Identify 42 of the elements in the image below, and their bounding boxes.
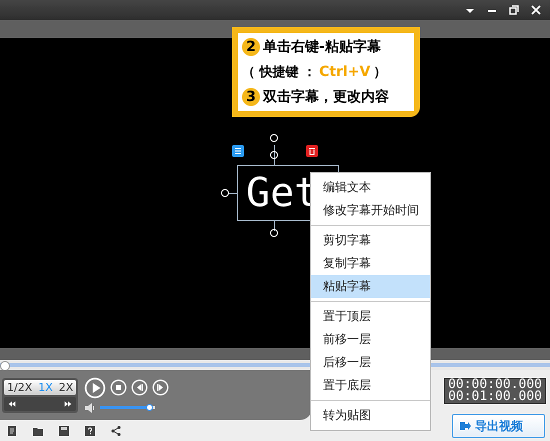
resize-handle[interactable] — [270, 229, 278, 237]
share-icon[interactable] — [110, 424, 122, 436]
current-time: 00:00:00.000 — [448, 379, 542, 391]
next-frame-icon[interactable] — [152, 379, 170, 396]
save-icon[interactable] — [58, 424, 70, 436]
step-number: 3 — [242, 88, 260, 106]
close-icon[interactable] — [530, 4, 542, 16]
step-text: 双击字幕，更改内容 — [263, 88, 389, 106]
help-icon[interactable] — [84, 424, 96, 436]
menu-item[interactable]: 剪切字幕 — [311, 229, 430, 252]
shortcut-label: （ 快捷键 ： — [242, 64, 316, 81]
shortcut-key: Ctrl+V — [319, 64, 370, 80]
menu-item[interactable]: 后移一层 — [311, 351, 430, 374]
fast-forward-icon — [64, 400, 72, 408]
jog-wheel[interactable] — [4, 396, 76, 410]
speed-option[interactable]: 1/2X — [4, 380, 36, 394]
menu-item[interactable]: 前移一层 — [311, 328, 430, 351]
rewind-icon — [8, 400, 16, 408]
play-icon[interactable] — [84, 376, 106, 398]
stop-icon[interactable] — [110, 379, 128, 396]
resize-handle[interactable] — [270, 151, 278, 159]
closing-paren: ） — [373, 64, 386, 81]
step-number: 2 — [242, 38, 260, 56]
menu-item[interactable]: 置于底层 — [311, 374, 430, 397]
speed-option[interactable]: 2X — [56, 380, 76, 394]
menu-item[interactable]: 复制字幕 — [311, 252, 430, 275]
total-time: 00:01:00.000 — [448, 391, 542, 403]
menu-item[interactable]: 置于顶层 — [311, 305, 430, 328]
step-text: 单击右键-粘贴字幕 — [263, 38, 381, 56]
restore-icon[interactable] — [508, 4, 520, 16]
export-icon — [459, 420, 471, 432]
previous-frame-icon[interactable] — [131, 379, 148, 396]
menu-item[interactable]: 粘贴字幕 — [311, 275, 430, 298]
speaker-icon[interactable] — [84, 402, 96, 414]
new-file-icon[interactable] — [6, 424, 18, 436]
trash-icon[interactable] — [306, 145, 318, 157]
list-icon[interactable] — [232, 145, 244, 157]
resize-handle[interactable] — [221, 189, 229, 197]
volume-slider[interactable] — [100, 406, 156, 409]
menu-item[interactable]: 转为贴图 — [311, 404, 430, 427]
rotate-handle[interactable] — [270, 134, 278, 142]
export-video-button[interactable]: 导出视频 — [452, 414, 545, 438]
